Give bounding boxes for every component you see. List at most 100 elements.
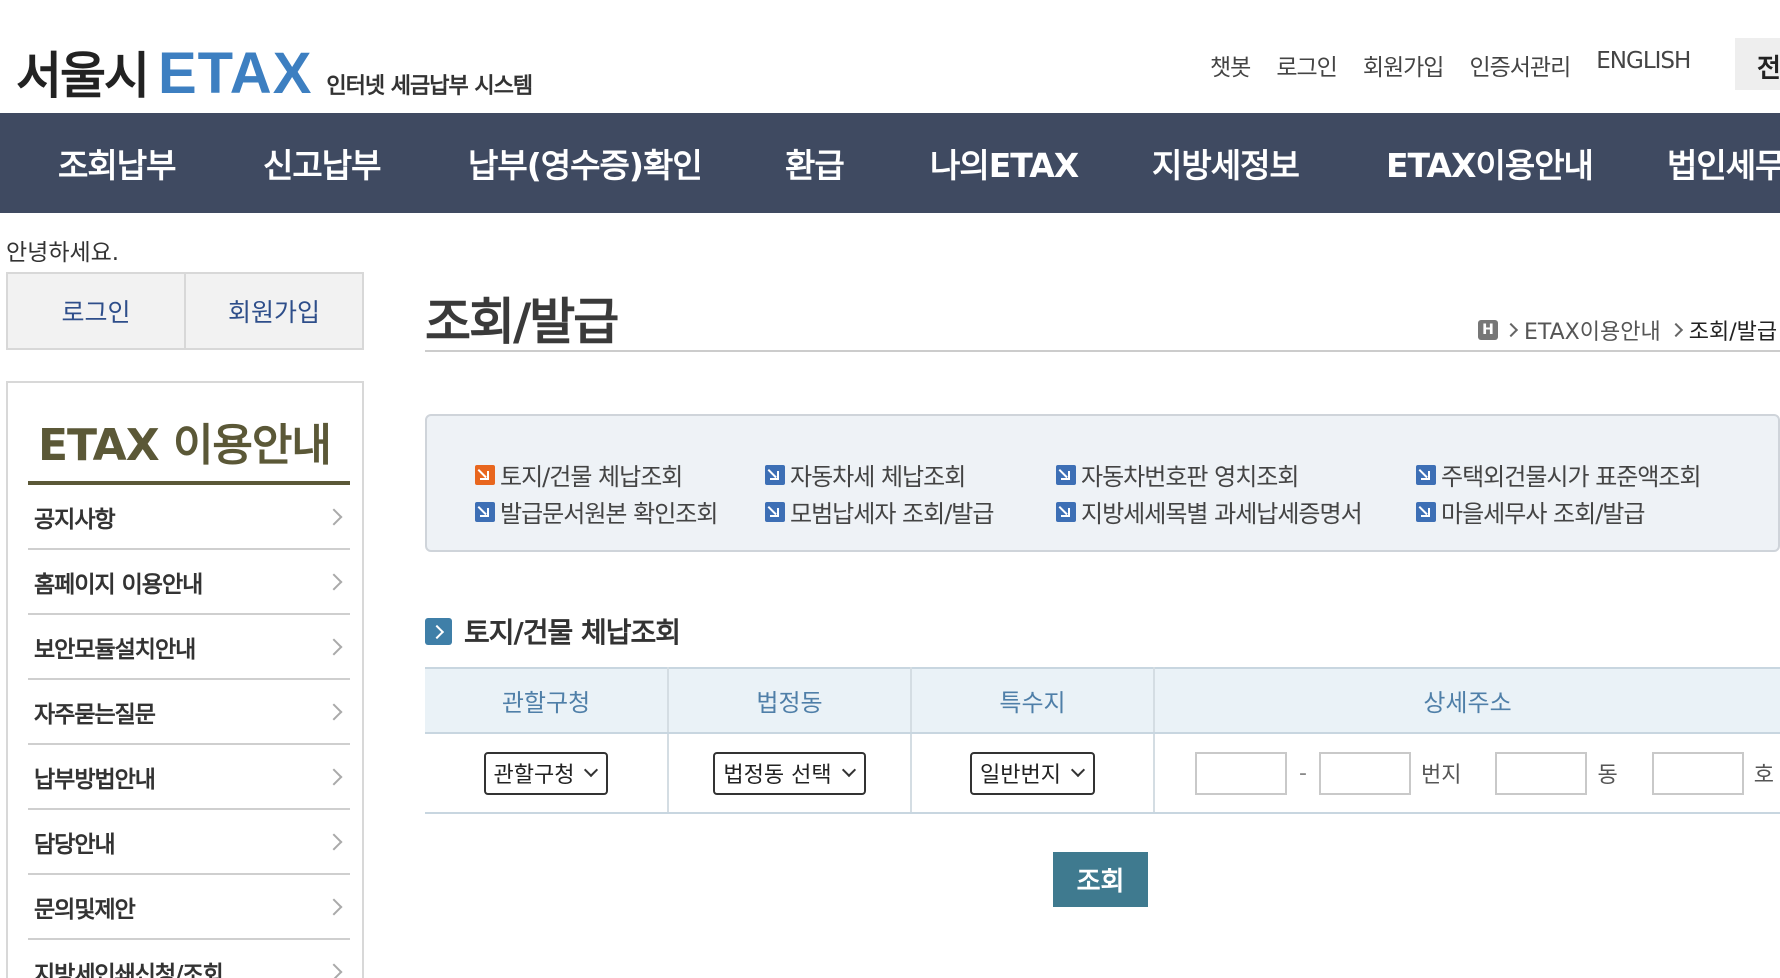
detail-address-cell: - 번지 동 호 [1154, 733, 1780, 814]
arrow-link-icon [1416, 501, 1436, 522]
quick-link-label: 마을세무사 조회/발급 [1441, 500, 1645, 528]
breadcrumb: H ETAX이용안내 조회/발급 [1478, 314, 1777, 346]
district-select[interactable]: 관할구청 [483, 751, 609, 795]
logo-subtitle: 인터넷 세금납부 시스템 [326, 74, 533, 99]
gnb-item-refund[interactable]: 환급 [785, 139, 845, 187]
quick-link-label: 모범납세자 조회/발급 [790, 500, 994, 528]
legal-dong-cell: 법정동 선택 [668, 733, 912, 814]
sidebar-item-label: 문의및제안 [34, 896, 136, 923]
gnb-item-inquiry-payment[interactable]: 조회납부 [58, 139, 176, 187]
quick-link-model-taxpayer[interactable]: 모범납세자 조회/발급 [765, 494, 994, 529]
chevron-right-icon [425, 617, 452, 645]
util-menu-button[interactable]: 전 [1735, 38, 1780, 90]
sidebar-item-security-module[interactable]: 보안모듈설치안내 [28, 615, 350, 680]
logo-seoul-text: 서울시 [16, 47, 150, 105]
sidebar-item-notice[interactable]: 공지사항 [28, 485, 350, 550]
greeting-text: 안녕하세요. [6, 240, 120, 266]
sidebar-login-button[interactable]: 로그인 [8, 274, 184, 348]
utility-nav: 챗봇 로그인 회원가입 인증서관리 ENGLISH [1210, 48, 1716, 82]
quick-link-building-standard-value[interactable]: 주택외건물시가 표준액조회 [1416, 457, 1702, 492]
chevron-right-icon [325, 638, 343, 655]
gnb-item-corporate-tax[interactable]: 법인세무 [1667, 139, 1780, 187]
arrow-link-icon [765, 501, 785, 522]
table-row: 관할구청 법정동 선택 일반번지 - 번지 동 호 [425, 733, 1780, 814]
sidebar-title: ETAX 이용안내 [38, 420, 332, 471]
arrow-link-icon [765, 464, 785, 485]
sidebar-item-contact-person[interactable]: 담당안내 [28, 810, 350, 875]
sidebar-item-faq[interactable]: 자주묻는질문 [28, 680, 350, 745]
chevron-right-icon [325, 573, 343, 590]
special-lot-select-value: 일반번지 [980, 763, 1061, 788]
util-link-english[interactable]: ENGLISH [1596, 48, 1691, 82]
arrow-link-icon [1056, 464, 1076, 485]
chevron-down-icon [584, 762, 599, 778]
util-link-join[interactable]: 회원가입 [1363, 48, 1445, 82]
chevron-right-icon [325, 768, 343, 785]
login-box: 로그인 회원가입 [6, 272, 364, 350]
search-form-table: 관할구청 법정동 특수지 상세주소 관할구청 법정동 선택 일반번지 - 번지 … [425, 667, 1780, 814]
util-link-certificate[interactable]: 인증서관리 [1469, 48, 1571, 82]
lot-main-number-input[interactable] [1195, 751, 1287, 795]
breadcrumb-item-current: 조회/발급 [1688, 320, 1778, 345]
arrow-link-icon [475, 501, 495, 522]
gnb-item-local-tax-info[interactable]: 지방세정보 [1152, 139, 1300, 187]
chevron-right-icon [325, 703, 343, 720]
home-icon[interactable]: H [1478, 320, 1498, 340]
arrow-link-icon [1416, 464, 1436, 485]
column-header-special-lot: 특수지 [911, 667, 1155, 734]
sidebar-item-homepage-guide[interactable]: 홈페이지 이용안내 [28, 550, 350, 615]
sidebar-item-label: 홈페이지 이용안내 [34, 571, 203, 598]
table-header-row: 관할구청 법정동 특수지 상세주소 [425, 667, 1780, 734]
util-link-chatbot[interactable]: 챗봇 [1210, 48, 1251, 82]
unit-bunji-label: 번지 [1420, 763, 1462, 788]
arrow-link-icon [1056, 501, 1076, 522]
column-header-district: 관할구청 [425, 667, 669, 734]
sidebar-item-label: 공지사항 [34, 506, 116, 533]
building-dong-input[interactable] [1495, 751, 1588, 795]
detail-address-group: - 번지 동 호 [1155, 751, 1780, 795]
quick-link-village-tax-accountant[interactable]: 마을세무사 조회/발급 [1416, 494, 1645, 529]
quick-link-vehicle-tax-arrears[interactable]: 자동차세 체납조회 [765, 457, 966, 492]
main-nav: 조회납부 신고납부 납부(영수증)확인 환급 나의ETAX 지방세정보 ETAX… [0, 113, 1780, 213]
arrow-link-icon [475, 464, 495, 485]
sidebar-join-button[interactable]: 회원가입 [184, 274, 362, 348]
sidebar-item-inquiry-suggestion[interactable]: 문의및제안 [28, 875, 350, 940]
gnb-item-report-payment[interactable]: 신고납부 [263, 139, 381, 187]
gnb-item-my-etax[interactable]: 나의ETAX [930, 139, 1079, 187]
chevron-down-icon [1070, 762, 1086, 778]
site-logo[interactable]: 서울시 ETAX 인터넷 세금납부 시스템 [16, 36, 533, 108]
breadcrumb-item-etax-guide[interactable]: ETAX이용안내 [1524, 314, 1661, 346]
quick-link-document-verification[interactable]: 발급문서원본 확인조회 [475, 494, 718, 529]
chevron-right-icon [325, 898, 343, 915]
column-header-detail-address: 상세주소 [1154, 667, 1780, 734]
quick-link-land-building-arrears[interactable]: 토지/건물 체납조회 [475, 457, 683, 492]
lot-sub-number-input[interactable] [1318, 751, 1411, 795]
legal-dong-select[interactable]: 법정동 선택 [713, 751, 866, 795]
unit-dong-label: 동 [1597, 763, 1618, 788]
quick-link-label: 자동차번호판 영치조회 [1081, 463, 1299, 491]
chevron-right-icon [325, 833, 343, 850]
sidebar-item-label: 납부방법안내 [34, 766, 156, 793]
special-lot-select[interactable]: 일반번지 [970, 751, 1095, 795]
quick-link-plate-seizure[interactable]: 자동차번호판 영치조회 [1056, 457, 1299, 492]
gnb-item-etax-guide[interactable]: ETAX이용안내 [1386, 139, 1594, 187]
unit-ho-input[interactable] [1651, 751, 1744, 795]
unit-ho-label: 호 [1753, 763, 1774, 788]
sidebar-item-label: 지방세인쇄신청/조회 [34, 961, 224, 978]
quick-link-label: 토지/건물 체납조회 [500, 463, 683, 491]
gnb-item-receipt[interactable]: 납부(영수증)확인 [468, 139, 703, 187]
chevron-down-icon [841, 762, 856, 778]
sidebar-item-print-request[interactable]: 지방세인쇄신청/조회 [28, 940, 350, 978]
chevron-right-icon [1668, 322, 1683, 338]
quick-link-tax-certificate[interactable]: 지방세세목별 과세납세증명서 [1056, 494, 1363, 529]
chevron-right-icon [325, 508, 343, 525]
column-header-legal-dong: 법정동 [668, 667, 912, 734]
quick-link-label: 주택외건물시가 표준액조회 [1441, 463, 1702, 491]
util-link-login[interactable]: 로그인 [1276, 48, 1337, 82]
search-button[interactable]: 조회 [1053, 852, 1148, 907]
district-select-value: 관할구청 [493, 763, 575, 788]
sidebar-item-payment-method[interactable]: 납부방법안내 [28, 745, 350, 810]
quick-link-label: 자동차세 체납조회 [790, 463, 966, 491]
chevron-right-icon [1503, 322, 1519, 338]
sidebar-menu: ETAX 이용안내 공지사항 홈페이지 이용안내 보안모듈설치안내 자주묻는질문… [6, 381, 364, 978]
